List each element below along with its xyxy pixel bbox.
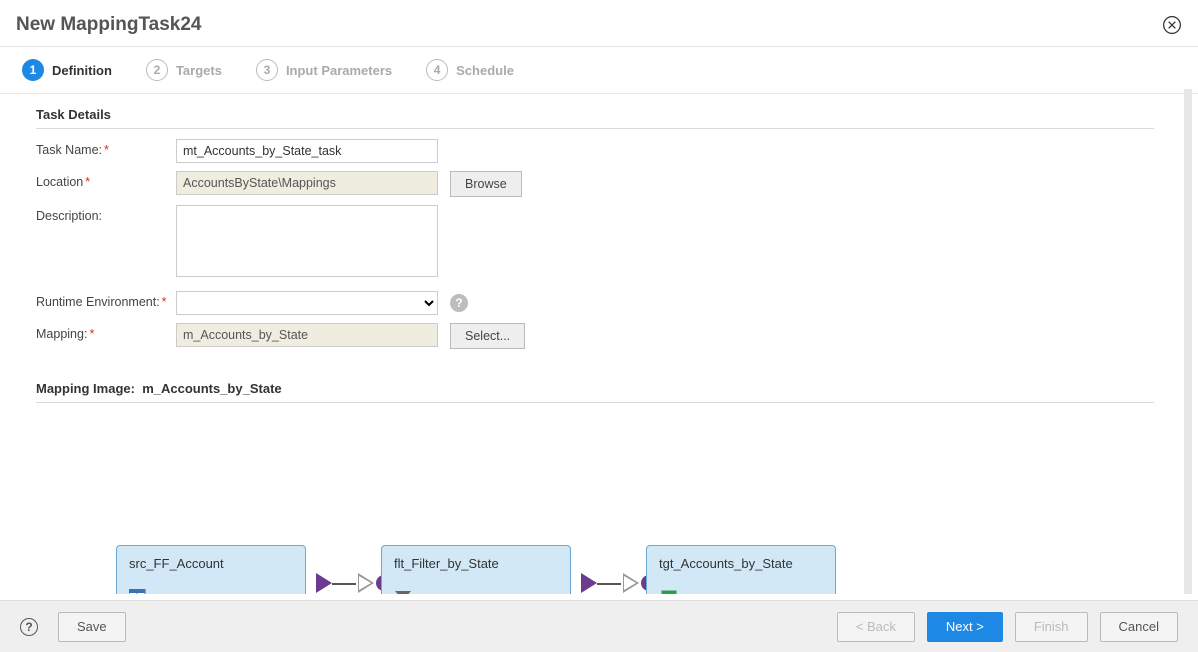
step-targets[interactable]: 2 Targets xyxy=(146,59,222,81)
target-table-icon xyxy=(659,589,679,594)
cancel-button[interactable]: Cancel xyxy=(1100,612,1178,642)
source-table-icon xyxy=(129,589,151,594)
mapping-node-source[interactable]: src_FF_Account xyxy=(116,545,306,594)
next-button[interactable]: Next > xyxy=(927,612,1003,642)
step-number: 1 xyxy=(22,59,44,81)
mapping-input[interactable] xyxy=(176,323,438,347)
close-icon[interactable] xyxy=(1162,15,1182,35)
label-task-name: Task Name:* xyxy=(36,139,176,157)
step-number: 3 xyxy=(256,59,278,81)
step-number: 2 xyxy=(146,59,168,81)
description-input[interactable] xyxy=(176,205,438,277)
runtime-env-select[interactable] xyxy=(176,291,438,315)
back-button[interactable]: < Back xyxy=(837,612,915,642)
filter-icon xyxy=(394,589,412,594)
port-out-icon xyxy=(316,573,332,593)
footer-bar: ? Save < Back Next > Finish Cancel xyxy=(0,600,1198,652)
select-mapping-button[interactable]: Select... xyxy=(450,323,525,349)
content-panel: Task Details Task Name:* Location* Brows… xyxy=(6,89,1192,594)
mapping-node-label: src_FF_Account xyxy=(129,556,293,571)
section-task-details: Task Details xyxy=(36,107,1154,129)
mapping-node-label: flt_Filter_by_State xyxy=(394,556,558,571)
help-icon[interactable]: ? xyxy=(450,294,468,312)
port-out-icon xyxy=(581,573,597,593)
browse-button[interactable]: Browse xyxy=(450,171,522,197)
step-schedule[interactable]: 4 Schedule xyxy=(426,59,514,81)
connector-line xyxy=(332,583,356,585)
help-icon[interactable]: ? xyxy=(20,618,38,636)
mapping-node-label: tgt_Accounts_by_State xyxy=(659,556,823,571)
step-input-parameters[interactable]: 3 Input Parameters xyxy=(256,59,392,81)
task-name-input[interactable] xyxy=(176,139,438,163)
label-description: Description: xyxy=(36,205,176,223)
mapping-image-title: Mapping Image: m_Accounts_by_State xyxy=(36,381,1154,403)
step-number: 4 xyxy=(426,59,448,81)
step-label: Input Parameters xyxy=(286,63,392,78)
port-in-icon xyxy=(358,573,374,593)
finish-button[interactable]: Finish xyxy=(1015,612,1088,642)
wizard-steps: 1 Definition 2 Targets 3 Input Parameter… xyxy=(0,47,1198,94)
mapping-canvas: src_FF_Account flt_Filter_by_S xyxy=(36,415,1154,594)
page-title: New MappingTask24 xyxy=(16,14,201,36)
label-mapping: Mapping:* xyxy=(36,323,176,341)
connector-line xyxy=(597,583,621,585)
mapping-node-filter[interactable]: flt_Filter_by_State xyxy=(381,545,571,594)
label-runtime-env: Runtime Environment:* xyxy=(36,291,176,309)
mapping-node-target[interactable]: tgt_Accounts_by_State xyxy=(646,545,836,594)
step-label: Definition xyxy=(52,63,112,78)
step-label: Targets xyxy=(176,63,222,78)
step-definition[interactable]: 1 Definition xyxy=(22,59,112,81)
save-button[interactable]: Save xyxy=(58,612,126,642)
step-label: Schedule xyxy=(456,63,514,78)
label-location: Location* xyxy=(36,171,176,189)
port-in-icon xyxy=(623,573,639,593)
location-input[interactable] xyxy=(176,171,438,195)
